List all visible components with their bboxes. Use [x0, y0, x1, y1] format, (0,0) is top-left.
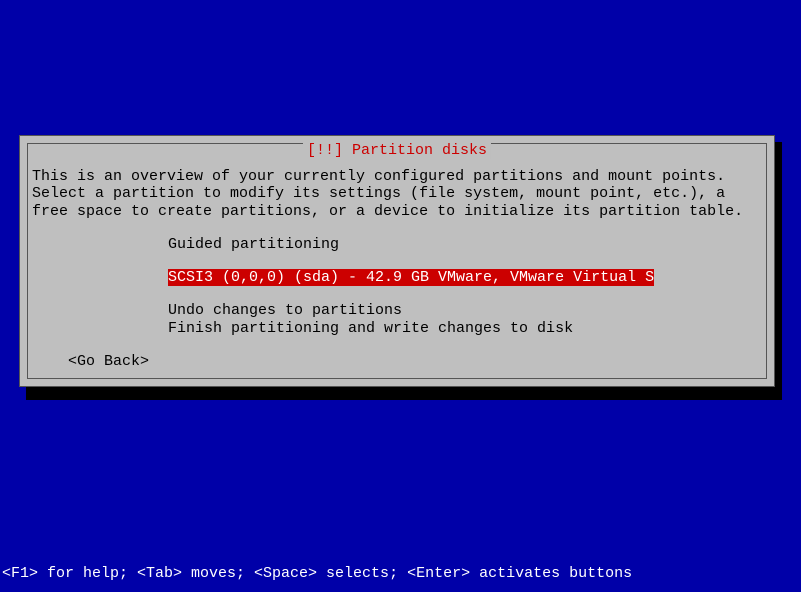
partition-disks-dialog: [!!] Partition disks This is an overview…: [19, 135, 775, 387]
dialog-title: [!!] Partition disks: [303, 142, 491, 159]
help-bar: <F1> for help; <Tab> moves; <Space> sele…: [2, 565, 632, 582]
dialog-border: [!!] Partition disks: [27, 143, 767, 379]
